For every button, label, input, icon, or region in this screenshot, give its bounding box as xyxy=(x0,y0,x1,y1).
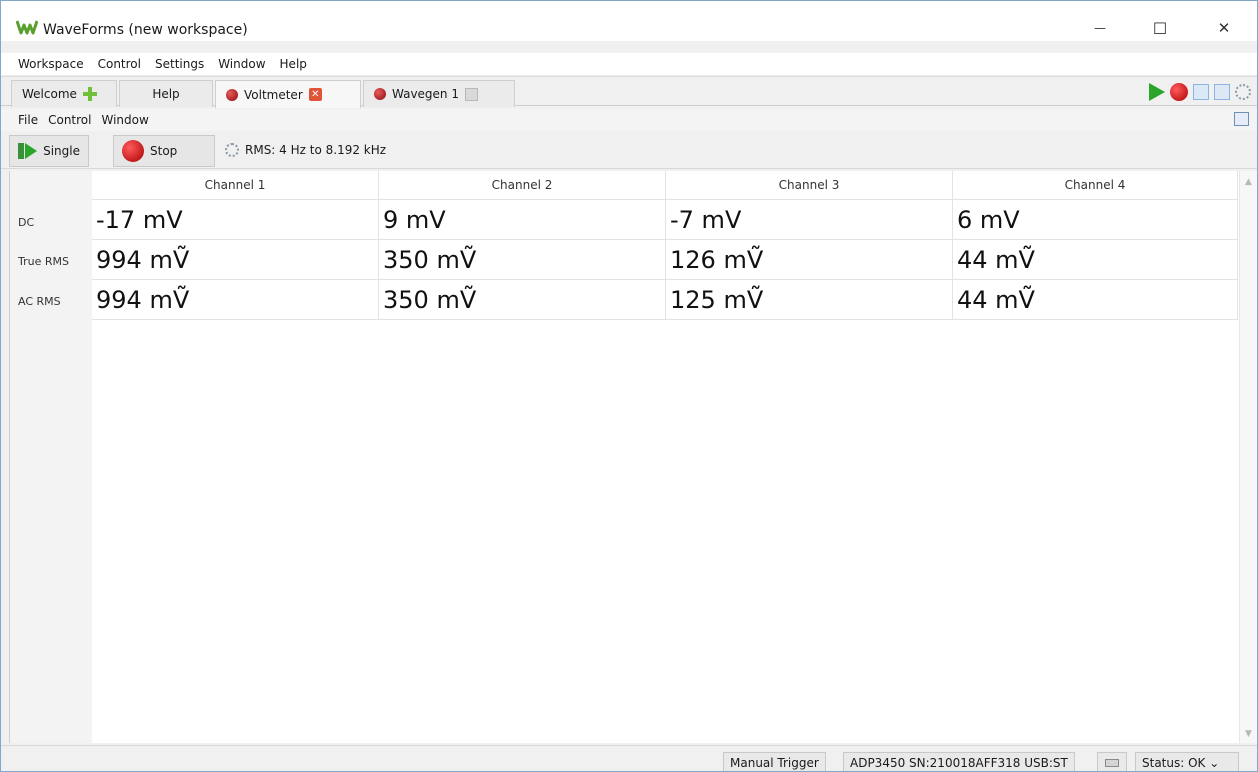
ac-rms-value-channel-4: 44 mṼ xyxy=(953,279,1238,319)
column-header-channel-4: Channel 4 xyxy=(953,171,1238,199)
grid-bottom-divider xyxy=(92,319,1238,320)
settings-icon[interactable] xyxy=(1235,84,1251,100)
tab-voltmeter-label: Voltmeter xyxy=(244,87,303,102)
single-button-label: Single xyxy=(43,144,80,158)
status-bar: Manual Trigger ADP3450 SN:210018AFF318 U… xyxy=(1,745,1257,771)
tab-help[interactable]: Help xyxy=(119,80,213,107)
menu-window[interactable]: Window xyxy=(211,57,272,71)
row-label-dc: DC xyxy=(18,216,35,229)
tab-help-label: Help xyxy=(152,87,180,101)
status-dropdown[interactable]: Status: OK ⌄ xyxy=(1135,752,1239,771)
dc-value-channel-2: 9 mV xyxy=(379,199,666,239)
vertical-scrollbar[interactable]: ▲ ▼ xyxy=(1239,171,1257,743)
maximize-icon: ☐ xyxy=(1152,18,1168,38)
ac-rms-value-channel-1: 994 mṼ xyxy=(92,279,379,319)
row-label-ac-rms: AC RMS xyxy=(18,295,61,308)
gear-icon xyxy=(225,143,239,157)
scroll-down-icon[interactable]: ▼ xyxy=(1245,729,1252,739)
close-tab-icon[interactable] xyxy=(465,87,478,101)
true-rms-value-channel-1: 994 mṼ xyxy=(92,239,379,279)
voltmeter-panel: DC True RMS AC RMS Channel 1 Channel 2 C… xyxy=(9,171,1257,743)
layout-icon[interactable] xyxy=(1193,84,1209,100)
menu-instrument-control[interactable]: Control xyxy=(43,113,96,127)
menu-file[interactable]: File xyxy=(13,113,43,127)
stop-icon xyxy=(122,140,144,162)
scroll-up-icon[interactable]: ▲ xyxy=(1245,177,1252,187)
minimize-icon: — xyxy=(1094,21,1106,35)
menu-instrument-window[interactable]: Window xyxy=(96,113,153,127)
record-indicator-icon xyxy=(374,88,386,100)
true-rms-value-channel-4: 44 mṼ xyxy=(953,239,1238,279)
tab-toolbar xyxy=(1149,80,1251,104)
menu-control[interactable]: Control xyxy=(91,57,148,71)
ac-rms-value-channel-3: 125 mṼ xyxy=(666,279,953,319)
manual-trigger-button[interactable]: Manual Trigger xyxy=(723,752,826,771)
close-icon: ✕ xyxy=(1217,19,1231,37)
dc-value-channel-1: -17 mV xyxy=(92,199,379,239)
close-tab-icon[interactable]: ✕ xyxy=(308,88,322,101)
run-all-icon[interactable] xyxy=(1149,83,1165,101)
dc-value-channel-4: 6 mV xyxy=(953,199,1238,239)
voltmeter-toolbar: Single Stop RMS: 4 Hz to 8.192 kHz xyxy=(1,133,1257,169)
rms-bandwidth-setting[interactable]: RMS: 4 Hz to 8.192 kHz xyxy=(225,143,386,157)
instrument-tab-bar: Welcome Help Voltmeter ✕ Wavegen 1 xyxy=(1,76,1257,108)
stop-all-icon[interactable] xyxy=(1170,83,1188,101)
maximize-button[interactable]: ☐ xyxy=(1137,13,1183,43)
app-window: WaveForms (new workspace) — ☐ ✕ Workspac… xyxy=(0,0,1258,772)
waveforms-logo-icon xyxy=(16,20,38,35)
column-header-channel-1: Channel 1 xyxy=(92,171,379,199)
tab-wavegen[interactable]: Wavegen 1 xyxy=(363,80,515,107)
dc-value-channel-3: -7 mV xyxy=(666,199,953,239)
stop-button-label: Stop xyxy=(150,144,178,158)
window-title: WaveForms (new workspace) xyxy=(43,22,248,38)
column-header-channel-2: Channel 2 xyxy=(379,171,666,199)
ac-rms-value-channel-2: 350 mṼ xyxy=(379,279,666,319)
menu-help[interactable]: Help xyxy=(273,57,314,71)
tab-welcome-label: Welcome xyxy=(22,87,77,101)
tab-wavegen-label: Wavegen 1 xyxy=(392,87,459,101)
main-menu-bar: Workspace Control Settings Window Help xyxy=(1,53,1257,75)
single-button[interactable]: Single xyxy=(9,135,89,167)
menu-settings[interactable]: Settings xyxy=(148,57,211,71)
record-indicator-icon xyxy=(226,88,238,101)
tab-voltmeter[interactable]: Voltmeter ✕ xyxy=(215,80,361,108)
row-header-column: DC True RMS AC RMS xyxy=(10,171,92,743)
instrument-menu-bar: File Control Window xyxy=(1,109,1257,131)
row-label-true-rms: True RMS xyxy=(18,255,69,268)
column-header-channel-3: Channel 3 xyxy=(666,171,953,199)
add-instrument-icon[interactable] xyxy=(82,87,97,101)
device-info[interactable]: ADP3450 SN:210018AFF318 USB:ST xyxy=(843,752,1075,771)
usb-icon xyxy=(1105,759,1119,767)
title-bar: WaveForms (new workspace) — ☐ ✕ xyxy=(1,1,1257,41)
stop-button[interactable]: Stop xyxy=(113,135,215,167)
menu-workspace[interactable]: Workspace xyxy=(11,57,91,71)
true-rms-value-channel-3: 126 mṼ xyxy=(666,239,953,279)
dock-window-icon[interactable] xyxy=(1234,112,1249,126)
tab-welcome[interactable]: Welcome xyxy=(11,80,117,107)
true-rms-value-channel-2: 350 mṼ xyxy=(379,239,666,279)
usb-device-button[interactable] xyxy=(1097,752,1127,771)
close-button[interactable]: ✕ xyxy=(1201,13,1247,43)
split-view-icon[interactable] xyxy=(1214,84,1230,100)
minimize-button[interactable]: — xyxy=(1077,13,1123,43)
single-acquisition-icon xyxy=(18,141,38,161)
rms-bandwidth-label: RMS: 4 Hz to 8.192 kHz xyxy=(245,143,387,157)
